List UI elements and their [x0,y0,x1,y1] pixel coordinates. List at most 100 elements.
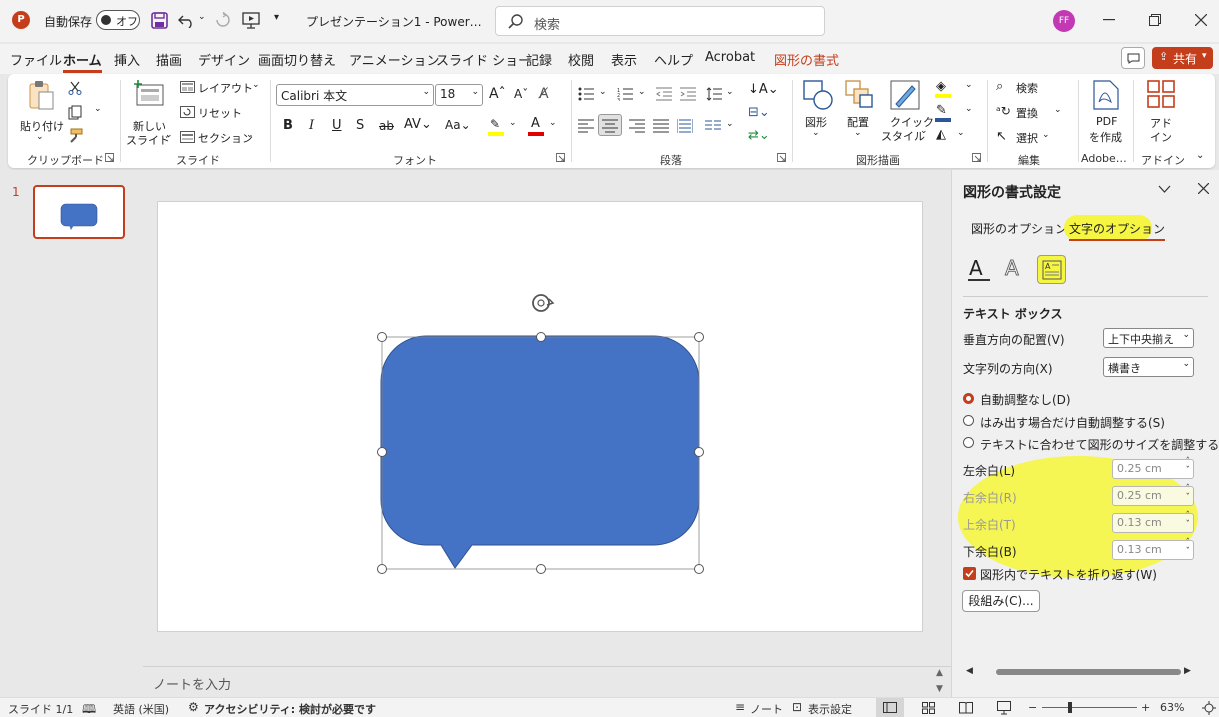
tab-view[interactable]: 表示 [611,50,637,69]
wrap-text-checkbox[interactable] [963,567,976,580]
display-settings-button[interactable]: 表示設定 [808,701,852,717]
bottom-margin-spinner[interactable]: 0.13 cm ˆ ˇ [1112,538,1194,560]
addins-button[interactable]: アド イン [1140,78,1182,148]
bullets-dropdown-icon[interactable]: ⌄ [599,87,607,97]
drawing-launcher-icon[interactable] [972,153,981,162]
increase-font-icon[interactable]: Aˆ [489,86,506,102]
scroll-left-icon[interactable]: ◀ [966,666,973,676]
decrease-indent-icon[interactable] [656,87,672,101]
close-icon[interactable] [1195,14,1207,26]
radio-no-autofit[interactable] [963,393,974,404]
shadow-icon[interactable]: S [356,118,364,133]
left-margin-spinner[interactable]: 0.25 cm ˆ ˇ [1112,457,1194,479]
font-color-button[interactable]: A ⌄ [528,116,557,136]
tab-help[interactable]: ヘルプ [654,50,693,69]
zoom-in-icon[interactable]: + [1141,701,1150,714]
save-icon[interactable] [151,12,168,29]
share-button[interactable]: ⇪ 共有 ▾ [1152,47,1213,69]
tab-acrobat[interactable]: Acrobat [705,50,755,65]
distribute-icon[interactable] [677,119,693,133]
fit-to-window-icon[interactable] [1202,701,1216,715]
text-fill-outline-tab[interactable]: A [966,256,992,282]
copy-icon[interactable] [68,105,82,120]
radio-resize-shape[interactable] [963,437,974,448]
paragraph-launcher-icon[interactable] [777,153,786,162]
numbering-dropdown-icon[interactable]: ⌄ [638,87,646,97]
strikethrough-icon[interactable]: ab [379,119,394,133]
paste-button[interactable]: 貼り付け ⌄ [18,80,64,146]
user-avatar[interactable]: FF [1053,10,1075,32]
decrease-font-icon[interactable]: Aˇ [514,87,528,101]
reading-view-icon[interactable] [959,702,973,714]
pane-close-icon[interactable] [1198,183,1209,194]
notes-icon[interactable]: ≡ [735,700,745,714]
font-size-combo[interactable]: 18 ⌄ [435,84,483,106]
text-direction-icon[interactable]: ↓A⌄ [748,82,779,97]
change-case-icon[interactable]: Aa⌄ [445,118,471,132]
zoom-out-icon[interactable]: − [1028,701,1037,714]
undo-dropdown-icon[interactable]: ⌄ [198,12,206,22]
smartart-icon[interactable]: ⇄⌄ [748,128,770,143]
align-text-icon[interactable]: ⊟⌄ [748,105,770,120]
tab-review[interactable]: 校閲 [568,50,594,69]
bold-icon[interactable]: B [283,118,293,133]
accessibility-status[interactable]: アクセシビリティ: 検討が必要です [204,701,376,717]
minimize-icon[interactable] [1103,19,1115,21]
copy-dropdown-icon[interactable]: ⌄ [94,104,102,114]
tab-animations[interactable]: アニメーション [349,50,439,69]
direction-dropdown[interactable]: 横書き ⌄ [1103,357,1194,377]
scroll-down-icon[interactable]: ▼ [936,684,943,694]
line-spacing-dropdown-icon[interactable]: ⌄ [726,87,734,97]
ribbon-collapse-icon[interactable]: ⌄ [1196,150,1204,161]
tab-slideshow[interactable]: スライド ショー [436,50,531,69]
top-margin-spinner[interactable]: 0.13 cm ˆ ˇ [1112,511,1194,533]
normal-view-button[interactable] [876,698,904,717]
italic-icon[interactable]: I [309,118,314,133]
shape-fill-button[interactable]: ◈ ⌄ [935,79,975,100]
tab-shape-format[interactable]: 図形の書式 [774,50,839,69]
numbering-icon[interactable]: 123 [617,87,633,101]
tab-draw[interactable]: 描画 [156,50,182,69]
scroll-right-icon[interactable]: ▶ [1184,666,1191,676]
slide-thumbnail[interactable] [33,185,125,239]
tab-transitions[interactable]: 画面切り替え [258,50,336,69]
underline-icon[interactable]: U [332,118,342,133]
redo-icon[interactable] [214,12,232,28]
comments-button[interactable] [1121,47,1145,69]
notes-button[interactable]: ノート [750,701,783,717]
bullets-icon[interactable] [578,87,594,101]
present-from-start-icon[interactable] [242,12,260,29]
radio-shrink-on-overflow[interactable] [963,415,974,426]
arrange-button[interactable]: 配置 ⌄ [840,78,878,148]
align-left-icon[interactable] [578,119,594,133]
search-box[interactable]: 検索 [495,6,825,36]
new-slide-button[interactable]: 新しい スライド ⌄ [124,80,173,147]
slide-sorter-icon[interactable] [922,702,935,714]
notes-area[interactable]: ノートを入力 [143,666,951,696]
valign-dropdown[interactable]: 上下中央揃え ⌄ [1103,328,1194,348]
language-indicator[interactable]: 英語 (米国) [113,701,169,717]
textbox-tab[interactable]: A [1037,255,1066,284]
slide-canvas[interactable] [157,201,923,632]
cut-icon[interactable] [68,81,82,95]
highlight-color-button[interactable]: ✎ ⌄ [488,117,517,136]
slideshow-view-icon[interactable] [997,701,1011,715]
columns-button[interactable]: 段組み(C)... [962,590,1040,612]
font-name-combo[interactable]: Calibri 本文 ⌄ [276,84,434,106]
tab-design[interactable]: デザイン [198,50,250,69]
align-center-button[interactable] [598,114,622,136]
undo-icon[interactable] [178,12,196,28]
align-right-icon[interactable] [629,119,645,133]
restore-icon[interactable] [1149,14,1161,26]
columns-icon[interactable] [705,120,721,132]
justify-icon[interactable] [653,119,669,133]
spell-check-icon[interactable]: 🕮 [82,700,96,717]
clipboard-launcher-icon[interactable] [105,153,114,162]
quick-styles-button[interactable]: クイック スタイル ⌄ [880,78,934,148]
clear-formatting-icon[interactable]: A̸ [539,86,549,102]
font-launcher-icon[interactable] [556,153,565,162]
increase-indent-icon[interactable] [680,87,696,101]
customize-toolbar-icon[interactable]: ▾ [274,12,279,23]
line-spacing-icon[interactable] [706,87,722,101]
tab-home[interactable]: ホーム [63,50,102,73]
